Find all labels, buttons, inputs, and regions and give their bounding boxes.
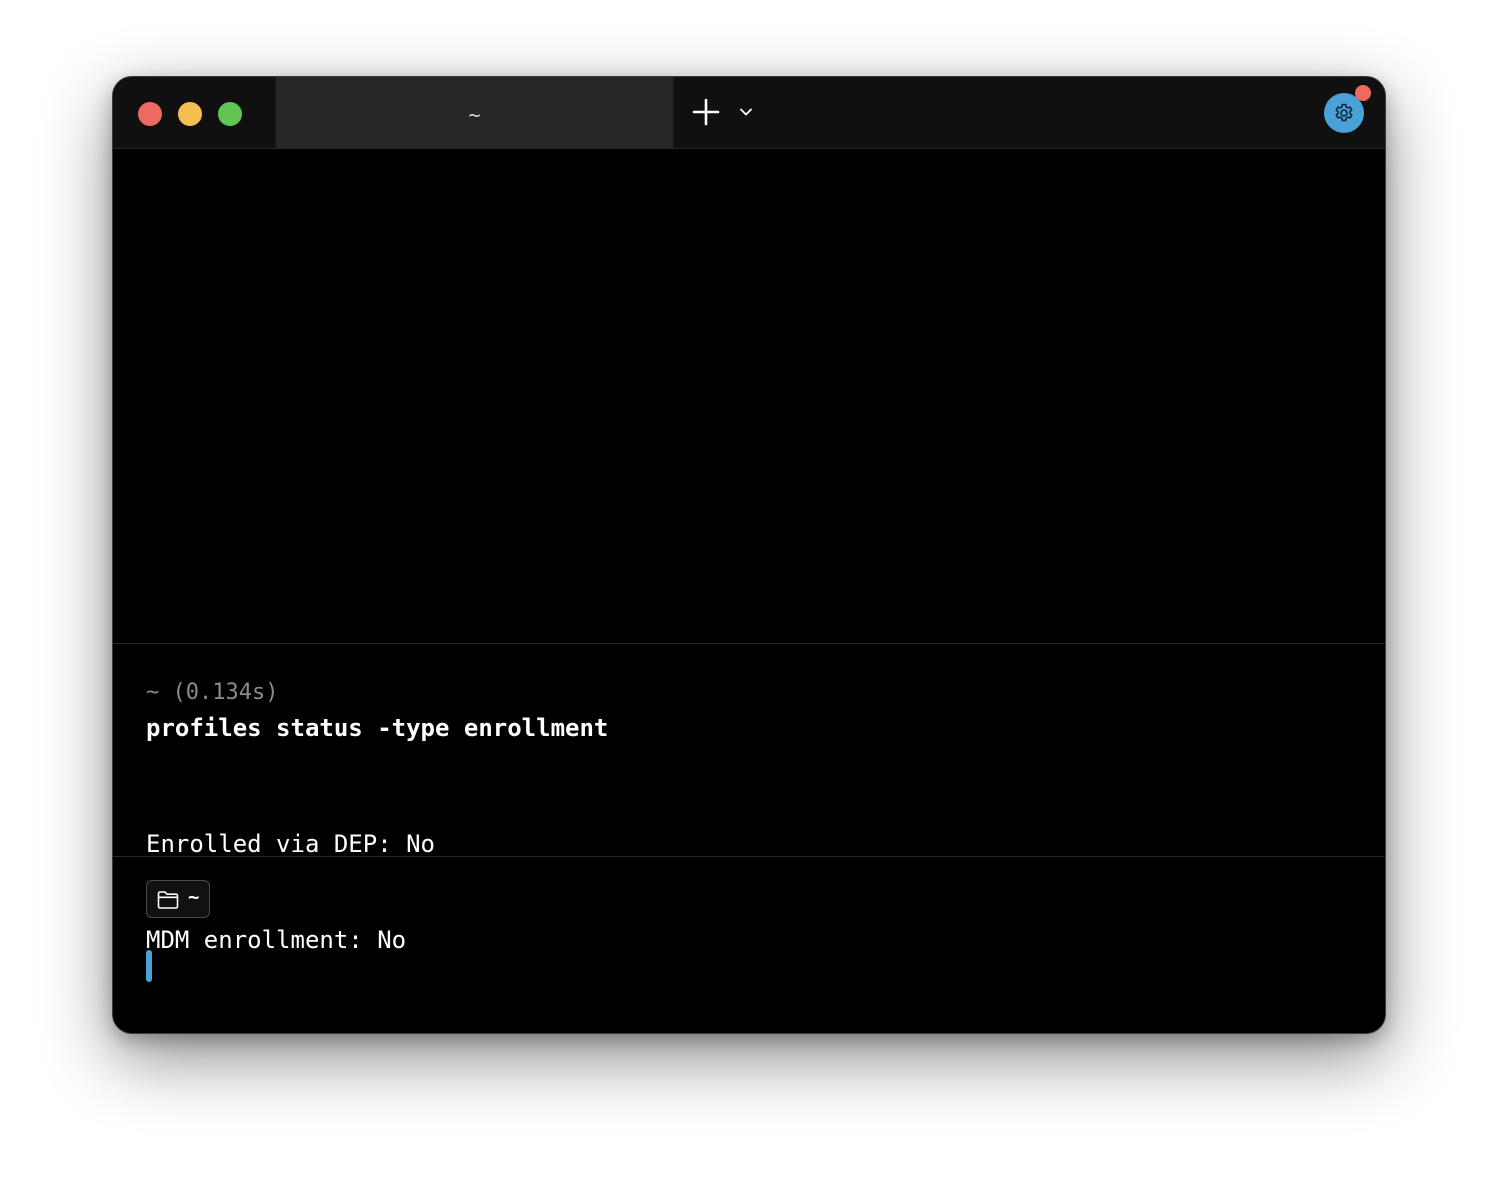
folder-icon — [157, 891, 179, 909]
output-line: Enrolled via DEP: No — [146, 830, 435, 858]
maximize-window-button[interactable] — [218, 102, 242, 126]
terminal-window: ~ ~ (0.134s) profiles status -type enrol… — [112, 76, 1386, 1034]
notification-badge — [1355, 85, 1371, 101]
output-line: MDM enrollment: No — [146, 926, 407, 954]
title-bar: ~ — [113, 77, 1385, 149]
close-window-button[interactable] — [138, 102, 162, 126]
block-metadata: ~ (0.134s) — [146, 680, 279, 705]
tab-home[interactable]: ~ — [275, 77, 674, 148]
tab-title: ~ — [468, 102, 481, 127]
chevron-down-icon — [740, 108, 752, 116]
gear-icon — [1335, 103, 1353, 122]
working-directory-chip[interactable]: ~ — [146, 880, 210, 918]
command-block[interactable]: ~ (0.134s) profiles status -type enrollm… — [113, 643, 1385, 954]
new-tab-button[interactable] — [691, 97, 721, 127]
directory-label: ~ — [188, 886, 200, 908]
command-input-cursor[interactable] — [146, 950, 152, 982]
tab-menu-button[interactable] — [737, 103, 755, 121]
block-command: profiles status -type enrollment — [146, 714, 609, 742]
minimize-window-button[interactable] — [178, 102, 202, 126]
plus-icon — [692, 98, 720, 126]
